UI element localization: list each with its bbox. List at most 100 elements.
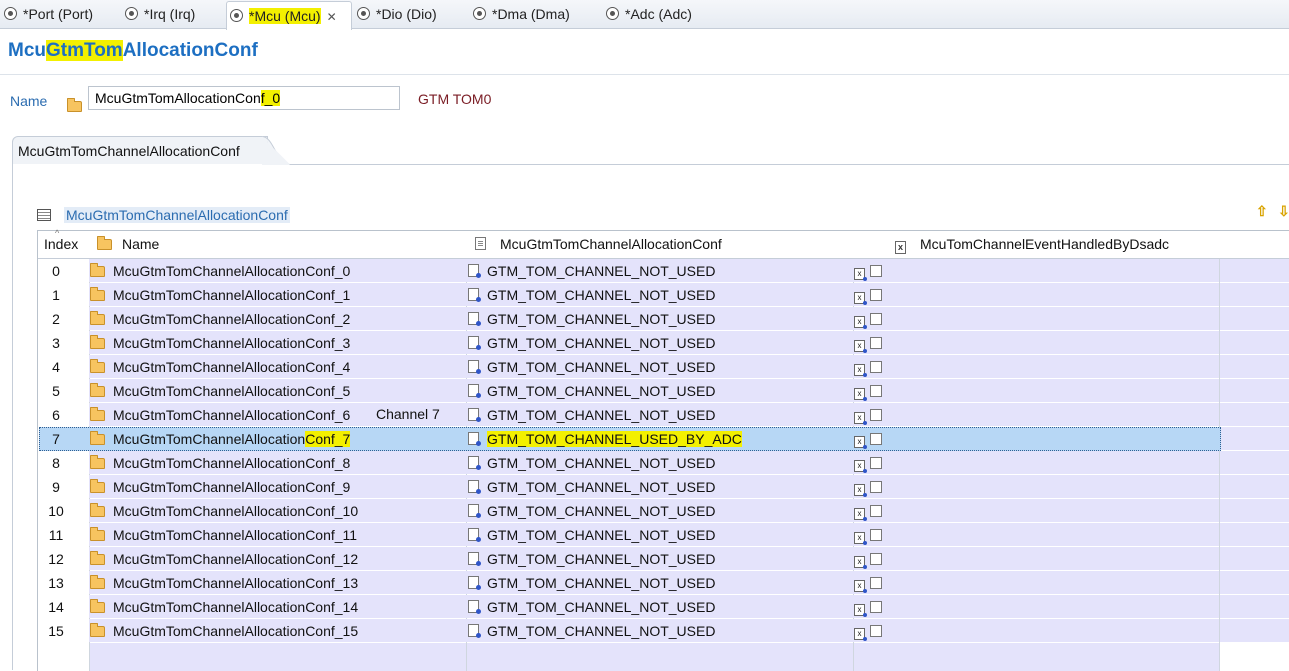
row-name-cell[interactable]: McuGtmTomChannelAllocationConf_0: [90, 259, 350, 283]
table-row-selected[interactable]: 7 McuGtmTomChannelAllocationConf_7 GTM_T…: [38, 427, 1289, 451]
row-name-cell[interactable]: McuGtmTomChannelAllocationConf_4: [90, 355, 350, 379]
dsadc-checkbox[interactable]: [870, 265, 882, 277]
row-name: McuGtmTomChannelAllocationConf_11: [113, 527, 358, 543]
table-row[interactable]: 6 McuGtmTomChannelAllocationConf_6 Chann…: [38, 403, 1289, 427]
row-name: McuGtmTomChannelAllocationConf_6: [113, 407, 351, 423]
move-down-icon[interactable]: ⇩: [1278, 203, 1289, 220]
row-allocation-cell[interactable]: GTM_TOM_CHANNEL_NOT_USED: [468, 379, 715, 403]
dsadc-checkbox[interactable]: [870, 529, 882, 541]
row-name-cell[interactable]: McuGtmTomChannelAllocationConf_13: [90, 571, 358, 595]
row-allocation-cell[interactable]: GTM_TOM_CHANNEL_NOT_USED: [468, 259, 715, 283]
title-divider: [0, 74, 1289, 75]
column-header-name[interactable]: Name: [97, 231, 159, 258]
table-row[interactable]: 4 McuGtmTomChannelAllocationConf_4 GTM_T…: [38, 355, 1289, 379]
enum-icon: [468, 456, 481, 470]
table-row[interactable]: 2 McuGtmTomChannelAllocationConf_2 GTM_T…: [38, 307, 1289, 331]
dsadc-checkbox[interactable]: [870, 337, 882, 349]
dsadc-checkbox[interactable]: [870, 577, 882, 589]
table-row[interactable]: 5 McuGtmTomChannelAllocationConf_5 GTM_T…: [38, 379, 1289, 403]
row-allocation: GTM_TOM_CHANNEL_NOT_USED: [487, 407, 716, 423]
row-name-cell[interactable]: McuGtmTomChannelAllocationConf_2: [90, 307, 350, 331]
table-row[interactable]: 9 McuGtmTomChannelAllocationConf_9 GTM_T…: [38, 475, 1289, 499]
boolean-param-icon: x: [854, 556, 867, 569]
table-row[interactable]: 14 McuGtmTomChannelAllocationConf_14 GTM…: [38, 595, 1289, 619]
row-allocation-cell[interactable]: GTM_TOM_CHANNEL_NOT_USED: [468, 571, 715, 595]
table-title[interactable]: McuGtmTomChannelAllocationConf: [64, 207, 290, 223]
dsadc-checkbox[interactable]: [870, 457, 882, 469]
row-name-cell[interactable]: McuGtmTomChannelAllocationConf_9: [90, 475, 350, 499]
row-allocation-cell[interactable]: GTM_TOM_CHANNEL_NOT_USED: [468, 403, 715, 427]
row-allocation-cell[interactable]: GTM_TOM_CHANNEL_NOT_USED: [468, 547, 715, 571]
table-row[interactable]: 0 McuGtmTomChannelAllocationConf_0 GTM_T…: [38, 259, 1289, 283]
tab-mcu[interactable]: *Mcu (Mcu) ✕: [226, 1, 352, 30]
column-header-allocation[interactable]: McuGtmTomChannelAllocationConf: [475, 231, 722, 258]
dsadc-checkbox[interactable]: [870, 433, 882, 445]
dsadc-checkbox[interactable]: [870, 481, 882, 493]
row-dsadc-cell: x: [854, 403, 882, 427]
dsadc-checkbox[interactable]: [870, 625, 882, 637]
dsadc-checkbox[interactable]: [870, 385, 882, 397]
name-input[interactable]: McuGtmTomAllocationConf_0: [88, 86, 400, 110]
table-row[interactable]: 10 McuGtmTomChannelAllocationConf_10 GTM…: [38, 499, 1289, 523]
row-name-cell[interactable]: McuGtmTomChannelAllocationConf_8: [90, 451, 350, 475]
mcu-module-icon: [473, 7, 486, 20]
row-dsadc-cell: x: [854, 523, 882, 547]
column-header-index[interactable]: Index: [44, 231, 78, 258]
dsadc-checkbox[interactable]: [870, 505, 882, 517]
row-allocation-cell[interactable]: GTM_TOM_CHANNEL_NOT_USED: [468, 355, 715, 379]
dsadc-checkbox[interactable]: [870, 361, 882, 373]
dsadc-checkbox[interactable]: [870, 409, 882, 421]
dsadc-checkbox[interactable]: [870, 313, 882, 325]
table-row[interactable]: 11 McuGtmTomChannelAllocationConf_11 GTM…: [38, 523, 1289, 547]
table-row[interactable]: 15 McuGtmTomChannelAllocationConf_15 GTM…: [38, 619, 1289, 643]
row-allocation-cell[interactable]: GTM_TOM_CHANNEL_USED_BY_ADC: [468, 427, 742, 451]
dsadc-checkbox[interactable]: [870, 601, 882, 613]
move-up-icon[interactable]: ⇧: [1256, 203, 1268, 220]
row-name-cell[interactable]: McuGtmTomChannelAllocationConf_11: [90, 523, 357, 547]
row-index: 0: [52, 263, 60, 279]
table-row[interactable]: 13 McuGtmTomChannelAllocationConf_13 GTM…: [38, 571, 1289, 595]
tab-port[interactable]: *Port (Port): [4, 0, 93, 28]
folder-icon: [90, 359, 105, 373]
dsadc-checkbox[interactable]: [870, 553, 882, 565]
table-row[interactable]: 8 McuGtmTomChannelAllocationConf_8 GTM_T…: [38, 451, 1289, 475]
tab-dio[interactable]: *Dio (Dio): [357, 0, 437, 28]
row-allocation-cell[interactable]: GTM_TOM_CHANNEL_NOT_USED: [468, 619, 715, 643]
row-name: McuGtmTomChannelAllocationConf_9: [113, 479, 351, 495]
tab-dma[interactable]: *Dma (Dma): [473, 0, 570, 28]
row-name-cell[interactable]: McuGtmTomChannelAllocationConf_5: [90, 379, 350, 403]
row-name-cell[interactable]: McuGtmTomChannelAllocationConf_1: [90, 283, 350, 307]
row-allocation-cell[interactable]: GTM_TOM_CHANNEL_NOT_USED: [468, 523, 715, 547]
table-row[interactable]: 12 McuGtmTomChannelAllocationConf_12 GTM…: [38, 547, 1289, 571]
row-name-cell[interactable]: McuGtmTomChannelAllocationConf_10: [90, 499, 358, 523]
row-allocation-cell[interactable]: GTM_TOM_CHANNEL_NOT_USED: [468, 307, 715, 331]
row-name-cell[interactable]: McuGtmTomChannelAllocationConf_3: [90, 331, 350, 355]
dsadc-checkbox[interactable]: [870, 289, 882, 301]
row-allocation-cell[interactable]: GTM_TOM_CHANNEL_NOT_USED: [468, 475, 715, 499]
tab-adc[interactable]: *Adc (Adc): [606, 0, 692, 28]
row-index: 3: [52, 335, 60, 351]
row-allocation: GTM_TOM_CHANNEL_NOT_USED: [487, 335, 716, 351]
column-header-dsadc[interactable]: x McuTomChannelEventHandledByDsadc: [895, 231, 1169, 258]
row-index: 7: [52, 431, 60, 447]
row-name-cell[interactable]: McuGtmTomChannelAllocationConf_7: [90, 427, 351, 451]
row-name-cell[interactable]: McuGtmTomChannelAllocationConf_6: [90, 403, 350, 427]
row-allocation-cell[interactable]: GTM_TOM_CHANNEL_NOT_USED: [468, 451, 715, 475]
row-allocation-cell[interactable]: GTM_TOM_CHANNEL_NOT_USED: [468, 499, 715, 523]
table-row[interactable]: 1 McuGtmTomChannelAllocationConf_1 GTM_T…: [38, 283, 1289, 307]
row-name-cell[interactable]: McuGtmTomChannelAllocationConf_12: [90, 547, 358, 571]
row-allocation-cell[interactable]: GTM_TOM_CHANNEL_NOT_USED: [468, 595, 715, 619]
tab-irq[interactable]: *Irq (Irq): [125, 0, 195, 28]
row-background: [1220, 499, 1289, 522]
row-name-cell[interactable]: McuGtmTomChannelAllocationConf_15: [90, 619, 358, 643]
folder-icon: [90, 263, 105, 277]
row-allocation-cell[interactable]: GTM_TOM_CHANNEL_NOT_USED: [468, 331, 715, 355]
section-tab[interactable]: McuGtmTomChannelAllocationConf: [12, 136, 268, 164]
close-icon[interactable]: ✕: [327, 3, 337, 31]
row-allocation-cell[interactable]: GTM_TOM_CHANNEL_NOT_USED: [468, 283, 715, 307]
row-name-cell[interactable]: McuGtmTomChannelAllocationConf_14: [90, 595, 358, 619]
row-background: [1220, 355, 1289, 378]
column-header-dsadc-label: McuTomChannelEventHandledByDsadc: [920, 236, 1170, 252]
table-row[interactable]: 3 McuGtmTomChannelAllocationConf_3 GTM_T…: [38, 331, 1289, 355]
folder-icon: [90, 503, 105, 517]
